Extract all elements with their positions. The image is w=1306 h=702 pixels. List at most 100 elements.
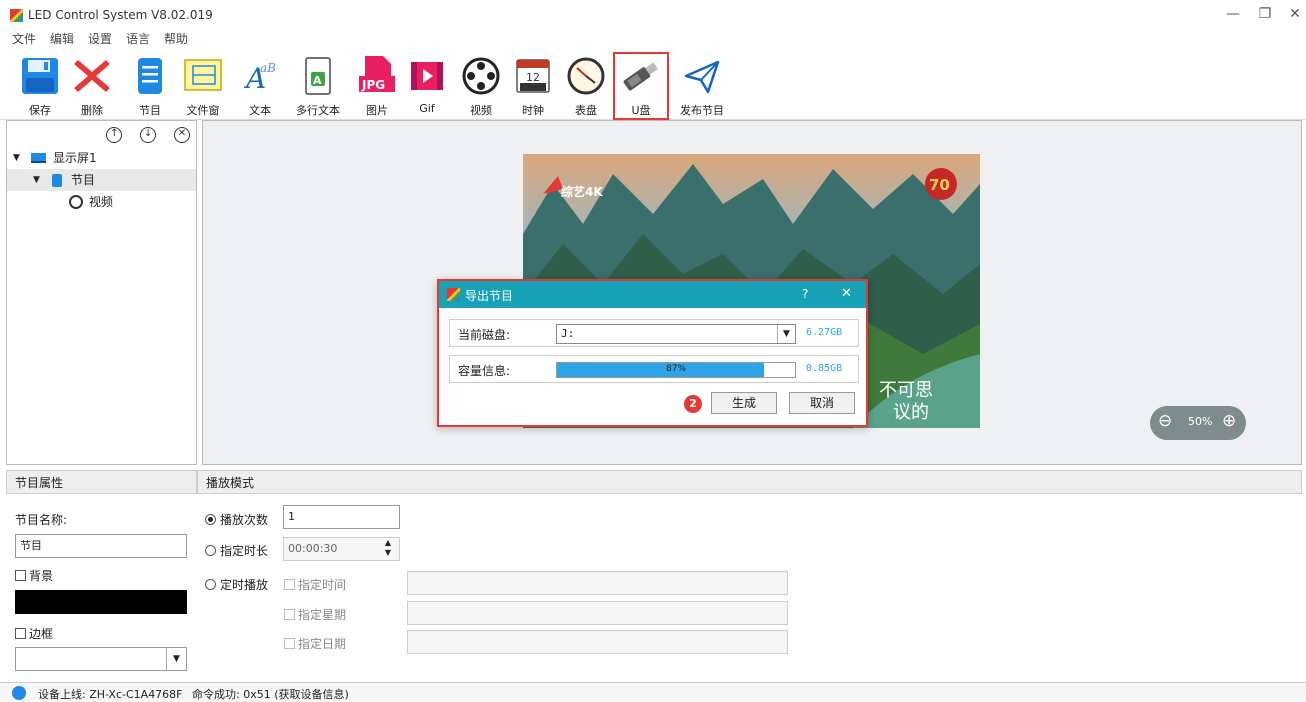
specify-date-label: 指定日期 [298, 637, 347, 651]
specify-time-input[interactable] [407, 571, 788, 595]
menu-settings[interactable]: 设置 [88, 30, 112, 47]
disk-size: 6.27GB [806, 327, 843, 338]
specify-week-option[interactable]: 指定星期 [284, 606, 346, 623]
app-logo-icon [10, 9, 23, 22]
preview-slogan-2: 议的 [893, 402, 929, 423]
video-button[interactable]: 视频 [456, 50, 506, 117]
specify-date-input[interactable] [407, 630, 788, 654]
tree-video-label: 视频 [89, 195, 114, 209]
close-button[interactable]: ✕ [1280, 6, 1306, 26]
specify-time-option[interactable]: 指定时间 [284, 576, 346, 593]
disk-select[interactable]: J: ▼ [556, 324, 796, 344]
timed-play-option[interactable]: 定时播放 [205, 576, 268, 593]
duration-radio[interactable] [205, 545, 216, 556]
disk-label: 当前磁盘: [458, 328, 511, 342]
step-badge-2: 2 [684, 395, 702, 413]
restore-button[interactable]: ❐ [1250, 6, 1280, 26]
image-button[interactable]: JPG 图片 [352, 50, 402, 117]
calendar-clock-icon: 12 [516, 59, 550, 93]
menu-help[interactable]: 帮助 [164, 30, 188, 47]
timed-play-label: 定时播放 [220, 578, 269, 592]
program-icon [52, 174, 62, 187]
dialog-titlebar: 导出节目 ? ✕ [439, 281, 866, 308]
remove-icon[interactable]: ✕ [174, 127, 190, 143]
gif-button[interactable]: Gif [402, 50, 452, 116]
tree-tools: ↑ ↓ ✕ [92, 125, 190, 143]
specify-date-checkbox[interactable] [284, 638, 295, 649]
delete-label: 删除 [81, 104, 103, 117]
play-count-label: 播放次数 [220, 513, 269, 527]
cancel-button[interactable]: 取消 [789, 392, 855, 414]
text-button[interactable]: A aB 文本 [235, 50, 285, 117]
delete-button[interactable]: 删除 [67, 50, 117, 117]
specify-week-label: 指定星期 [298, 608, 347, 622]
move-down-icon[interactable]: ↓ [140, 127, 157, 143]
help-button[interactable]: ? [802, 287, 808, 301]
capacity-percent: 87% [665, 364, 686, 374]
menu-edit[interactable]: 编辑 [50, 30, 74, 47]
play-mode-header: 播放模式 [197, 470, 1302, 494]
tree-item-display[interactable]: ▼ 显示屏1 [7, 147, 196, 169]
image-label: 图片 [366, 104, 388, 117]
minimize-button[interactable]: — [1218, 6, 1248, 26]
save-button[interactable]: 保存 [15, 50, 65, 117]
program-name-label: 节目名称: [15, 513, 68, 527]
tree-display-label: 显示屏1 [53, 151, 97, 165]
program-label: 节目 [139, 104, 161, 117]
play-count-radio[interactable] [205, 514, 216, 525]
specify-time-checkbox[interactable] [284, 579, 295, 590]
play-count-input[interactable]: 1 [283, 505, 400, 529]
duration-value: 00:00:30 [288, 542, 338, 555]
menu-file[interactable]: 文件 [12, 30, 36, 47]
app-logo-icon [447, 288, 460, 301]
menu-language[interactable]: 语言 [126, 30, 150, 47]
zoom-in-icon[interactable]: ⊕ [1222, 411, 1236, 431]
program-name-input[interactable]: 节目 [15, 534, 187, 558]
export-program-dialog: 导出节目 ? ✕ 当前磁盘: J: ▼ 6.27GB 容量信息: 87% 0.8… [437, 279, 868, 427]
background-checkbox-row[interactable]: 背景 [15, 567, 53, 584]
publish-button[interactable]: 发布节目 [677, 50, 727, 117]
chevron-down-icon[interactable]: ▼ [166, 648, 186, 670]
duration-option[interactable]: 指定时长 [205, 542, 268, 559]
capacity-row: 容量信息: 87% 0.85GB [449, 355, 859, 383]
program-props-header: 节目属性 [6, 470, 197, 494]
border-label: 边框 [29, 627, 54, 641]
specify-time-label: 指定时间 [298, 578, 347, 592]
generate-button[interactable]: 生成 [711, 392, 777, 414]
duration-spinbox[interactable]: 00:00:30 ▲ ▼ [283, 537, 400, 561]
program-icon [138, 58, 162, 94]
svg-text:A: A [313, 74, 322, 87]
move-up-icon[interactable]: ↑ [106, 127, 123, 143]
file-window-button[interactable]: 文件窗 [178, 50, 228, 117]
publish-paper-plane-icon [684, 60, 720, 94]
background-color-swatch[interactable] [15, 590, 187, 614]
chevron-down-icon[interactable]: ▼ [13, 147, 20, 169]
timed-play-radio[interactable] [205, 579, 216, 590]
border-select[interactable]: ▼ [15, 647, 187, 671]
border-checkbox[interactable] [15, 628, 26, 639]
specify-date-option[interactable]: 指定日期 [284, 635, 346, 652]
delete-icon [74, 60, 110, 92]
zoom-control: ⊖ 50% ⊕ [1150, 406, 1246, 440]
video-reel-icon [69, 195, 83, 209]
spin-arrows-icon[interactable]: ▲ ▼ [385, 538, 391, 558]
zoom-level: 50% [1188, 415, 1213, 428]
specify-week-checkbox[interactable] [284, 609, 295, 620]
status-bar: 设备上线: ZH-Xc-C1A4768F 命令成功: 0x51 (获取设备信息) [0, 682, 1306, 702]
clock-button[interactable]: 12 时钟 [508, 50, 558, 117]
svg-text:aB: aB [260, 61, 276, 75]
background-checkbox[interactable] [15, 570, 26, 581]
zoom-out-icon[interactable]: ⊖ [1158, 411, 1172, 431]
chevron-down-icon[interactable]: ▼ [33, 169, 40, 191]
tree-item-program[interactable]: ▼ 节目 [7, 169, 196, 191]
border-checkbox-row[interactable]: 边框 [15, 625, 53, 642]
dial-button[interactable]: 表盘 [561, 50, 611, 117]
specify-week-input[interactable] [407, 601, 788, 625]
multiline-text-button[interactable]: A 多行文本 [293, 50, 343, 117]
chevron-down-icon[interactable]: ▼ [777, 325, 795, 343]
play-count-option[interactable]: 播放次数 [205, 511, 268, 528]
tree-item-video[interactable]: 视频 [7, 191, 196, 213]
dialog-close-button[interactable]: ✕ [841, 286, 852, 301]
program-button[interactable]: 节目 [125, 50, 175, 117]
device-status-text: 设备上线: ZH-Xc-C1A4768F [38, 688, 183, 701]
